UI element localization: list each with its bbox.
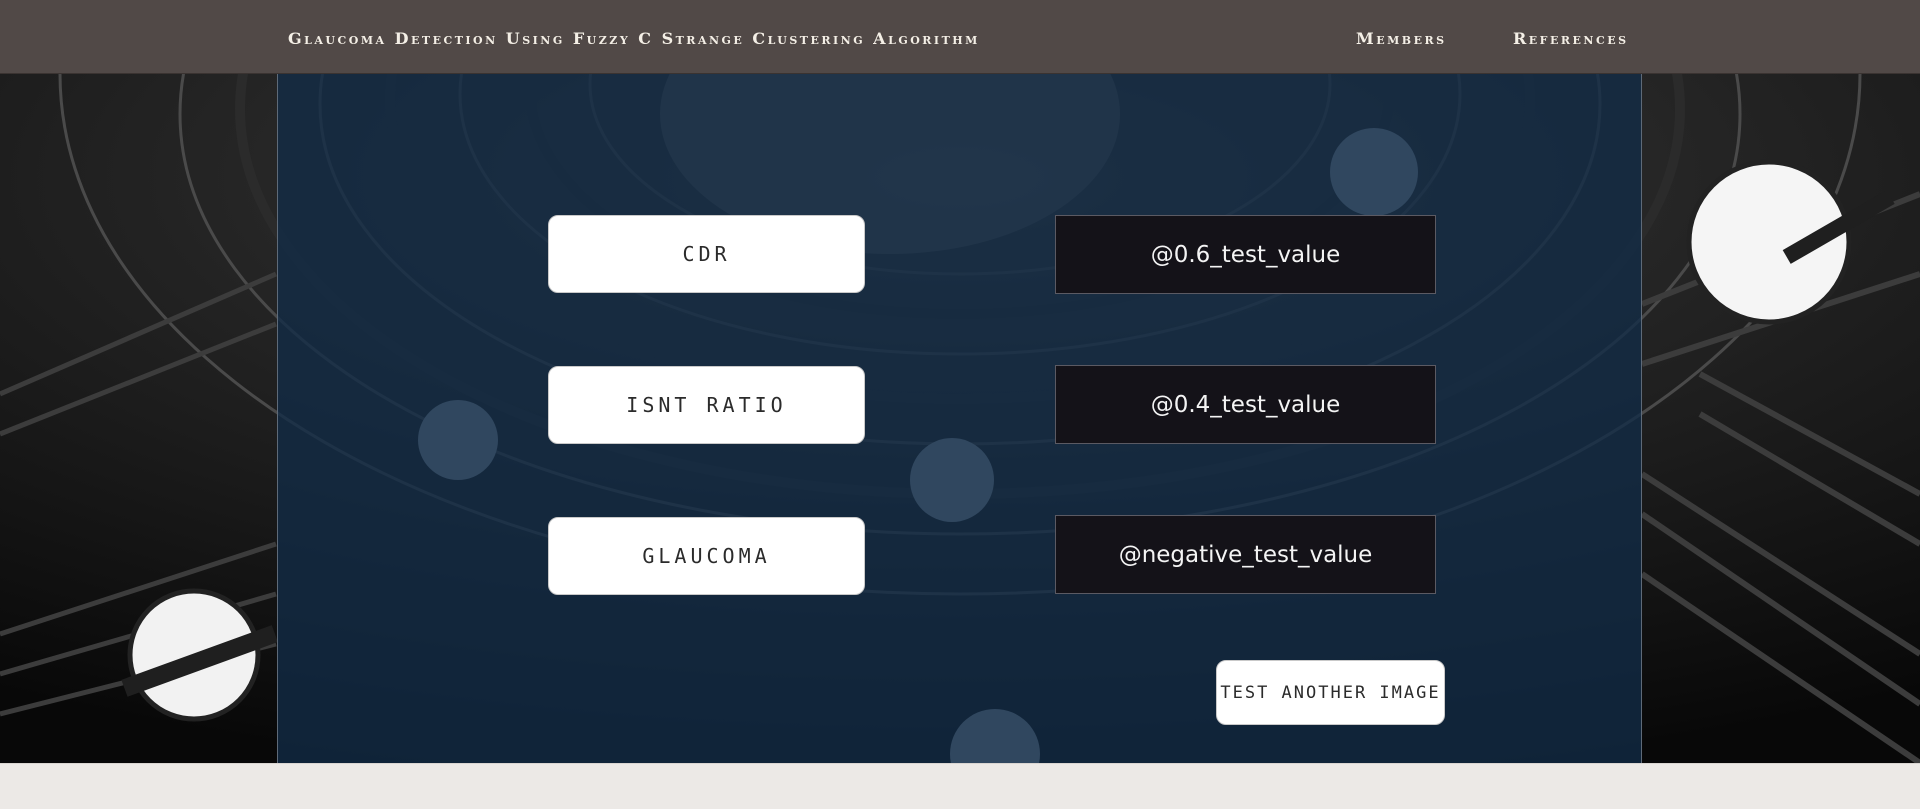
glaucoma-value-box: @negative_test_value — [1055, 515, 1436, 594]
nav-link-references[interactable]: References — [1513, 0, 1629, 78]
test-another-image-button[interactable]: TEST ANOTHER IMAGE — [1216, 660, 1445, 725]
isnt-ratio-value-box: @0.4_test_value — [1055, 365, 1436, 444]
top-navbar: Glaucoma Detection Using Fuzzy C Strange… — [0, 0, 1920, 74]
cdr-label-box: CDR — [548, 215, 865, 293]
footer — [0, 763, 1920, 809]
nav-link-members[interactable]: Members — [1356, 0, 1447, 78]
glaucoma-label-box: GLAUCOMA — [548, 517, 865, 595]
cdr-value-box: @0.6_test_value — [1055, 215, 1436, 294]
site-title-link[interactable]: Glaucoma Detection Using Fuzzy C Strange… — [288, 0, 980, 78]
isnt-ratio-label-box: ISNT RATIO — [548, 366, 865, 444]
